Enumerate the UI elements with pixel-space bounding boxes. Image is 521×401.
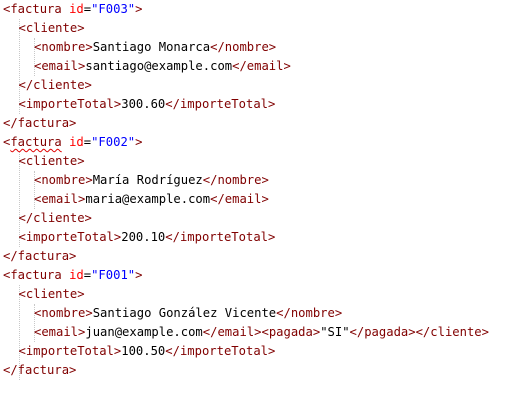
code-token: </factura> <box>3 249 77 263</box>
code-token: <nombre> <box>34 40 93 54</box>
code-line[interactable]: <nombre>María Rodríguez</nombre> <box>34 171 269 190</box>
code-token: <importeTotal> <box>18 344 122 358</box>
code-token: </email> <box>202 325 262 339</box>
code-line[interactable]: <importeTotal>100.50</importeTotal> <box>19 342 276 361</box>
code-line[interactable]: <email>maria@example.com</email> <box>34 190 269 209</box>
code-token: <nombre> <box>34 306 93 320</box>
code-token: </pagada> <box>349 325 416 339</box>
code-token: > <box>135 268 143 282</box>
code-line[interactable]: </factura> <box>3 361 76 380</box>
code-line[interactable]: <factura id="F002"> <box>3 133 142 152</box>
code-token: <importeTotal> <box>18 97 122 111</box>
code-token: </factura> <box>3 116 77 130</box>
code-token: factura <box>10 135 62 149</box>
code-token: </nombre> <box>276 306 343 320</box>
xml-editor[interactable]: <factura id="F003"> <cliente> <nombre>Sant… <box>0 0 521 401</box>
code-token: </factura> <box>3 363 77 377</box>
code-line[interactable]: <cliente> <box>19 152 85 171</box>
code-line[interactable]: <factura id="F003"> <box>3 0 142 19</box>
code-token: id <box>69 135 84 149</box>
code-line[interactable]: </cliente> <box>19 209 92 228</box>
code-token: = <box>83 135 92 149</box>
code-token: </cliente> <box>415 325 489 339</box>
code-token: </email> <box>210 192 269 206</box>
code-token: </cliente> <box>18 78 92 92</box>
code-token: "SI" <box>320 325 350 339</box>
code-token: <cliente> <box>18 154 85 168</box>
code-token: </nombre> <box>202 173 269 187</box>
code-token: factura <box>10 2 62 16</box>
code-token: = <box>83 2 92 16</box>
code-line[interactable]: <cliente> <box>19 285 85 304</box>
code-token: > <box>135 135 143 149</box>
code-line[interactable]: </factura> <box>3 247 76 266</box>
code-token: > <box>135 2 143 16</box>
code-line[interactable]: <nombre>Santiago Monarca</nombre> <box>34 38 276 57</box>
code-line[interactable]: <nombre>Santiago González Vicente</nombr… <box>34 304 342 323</box>
code-token: id <box>69 2 84 16</box>
code-token: </email> <box>232 59 291 73</box>
code-token: </importeTotal> <box>165 344 276 358</box>
code-line[interactable]: <email>santiago@example.com</email> <box>34 57 291 76</box>
code-token: 300.60 <box>121 97 166 111</box>
code-token: santiago@example.com <box>85 59 233 73</box>
code-token: <pagada> <box>261 325 321 339</box>
code-line[interactable]: <importeTotal>300.60</importeTotal> <box>19 95 276 114</box>
code-token: <email> <box>34 325 86 339</box>
code-line[interactable]: <factura id="F001"> <box>3 266 142 285</box>
code-token: Santiago González Vicente <box>92 306 277 320</box>
code-line[interactable]: </factura> <box>3 114 76 133</box>
code-token: <email> <box>34 59 86 73</box>
code-token: <cliente> <box>18 21 85 35</box>
code-token: </importeTotal> <box>165 97 276 111</box>
code-line[interactable]: <email>juan@example.com</email><pagada>"… <box>34 323 489 342</box>
code-token: <email> <box>34 192 86 206</box>
code-line[interactable]: </cliente> <box>19 76 92 95</box>
code-token: Santiago Monarca <box>92 40 211 54</box>
code-token: <cliente> <box>18 287 85 301</box>
code-token: María Rodríguez <box>92 173 203 187</box>
code-line[interactable]: <cliente> <box>19 19 85 38</box>
code-token: "F003" <box>91 2 136 16</box>
code-token: id <box>69 268 84 282</box>
code-token: "F002" <box>91 135 136 149</box>
code-token: 200.10 <box>121 230 166 244</box>
code-token: <nombre> <box>34 173 93 187</box>
code-token: </cliente> <box>18 211 92 225</box>
code-token: maria@example.com <box>85 192 211 206</box>
code-token: </nombre> <box>210 40 277 54</box>
code-token: <importeTotal> <box>18 230 122 244</box>
code-token: 100.50 <box>121 344 166 358</box>
code-token: "F001" <box>91 268 136 282</box>
code-line[interactable]: <importeTotal>200.10</importeTotal> <box>19 228 276 247</box>
code-token: </importeTotal> <box>165 230 276 244</box>
code-token: = <box>83 268 92 282</box>
code-token: juan@example.com <box>85 325 203 339</box>
code-token: factura <box>10 268 62 282</box>
